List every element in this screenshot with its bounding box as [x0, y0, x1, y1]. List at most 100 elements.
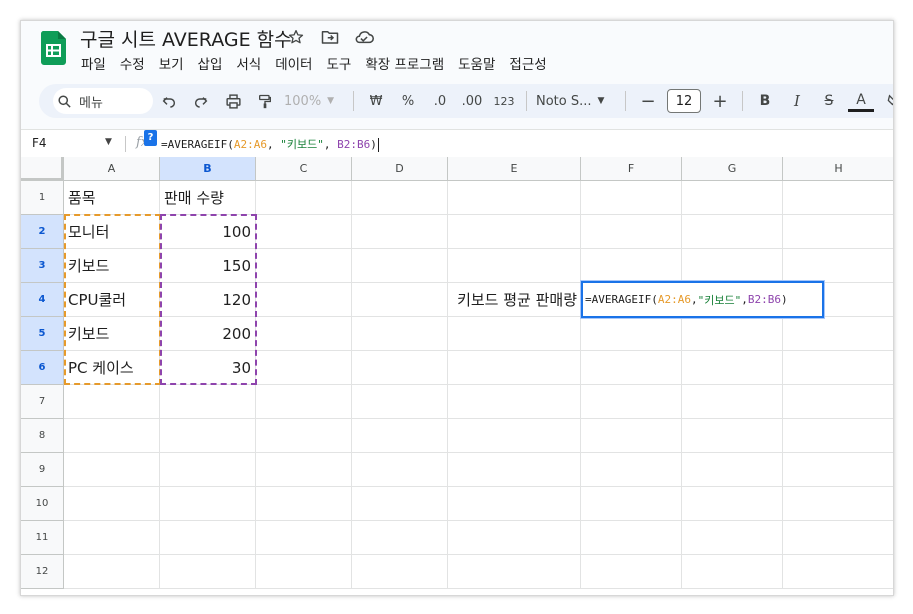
cell-g1[interactable] — [682, 181, 783, 215]
menu-search[interactable]: 메뉴 — [53, 88, 153, 114]
row-header-11[interactable]: 11 — [21, 521, 64, 555]
cell-b12[interactable] — [160, 555, 256, 589]
row-header-12[interactable]: 12 — [21, 555, 64, 589]
name-box[interactable]: F4 — [32, 136, 47, 150]
paint-format-icon[interactable] — [252, 88, 278, 114]
column-header-a[interactable]: A — [64, 157, 160, 181]
cell-b8[interactable] — [160, 419, 256, 453]
sheets-logo-icon[interactable] — [41, 31, 66, 65]
cell-e4[interactable]: 키보드 평균 판매량 — [448, 283, 581, 317]
cell-c2[interactable] — [256, 215, 352, 249]
cell-b1[interactable]: 판매 수량 — [160, 181, 256, 215]
cell-d11[interactable] — [352, 521, 448, 555]
cell-g11[interactable] — [682, 521, 783, 555]
increase-decimal-button[interactable]: .00 — [459, 88, 485, 114]
cell-a4[interactable]: CPU쿨러 — [64, 283, 160, 317]
cloud-status-icon[interactable] — [354, 27, 374, 47]
row-header-2[interactable]: 2 — [21, 215, 64, 249]
cell-g7[interactable] — [682, 385, 783, 419]
cell-h7[interactable] — [783, 385, 893, 419]
column-header-b[interactable]: B — [160, 157, 256, 181]
cell-g5[interactable] — [682, 317, 783, 351]
cell-f2[interactable] — [581, 215, 682, 249]
cell-h2[interactable] — [783, 215, 893, 249]
cell-a1[interactable]: 품목 — [64, 181, 160, 215]
cell-h5[interactable] — [783, 317, 893, 351]
cell-e6[interactable] — [448, 351, 581, 385]
bold-button[interactable]: B — [752, 88, 778, 114]
cell-d12[interactable] — [352, 555, 448, 589]
cell-f11[interactable] — [581, 521, 682, 555]
menu-extensions[interactable]: 확장 프로그램 — [358, 53, 451, 73]
cell-d2[interactable] — [352, 215, 448, 249]
cell-c3[interactable] — [256, 249, 352, 283]
menu-data[interactable]: 데이터 — [268, 53, 319, 73]
column-header-f[interactable]: F — [581, 157, 682, 181]
move-folder-icon[interactable] — [320, 27, 340, 47]
menu-format[interactable]: 서식 — [229, 53, 268, 73]
print-icon[interactable] — [220, 88, 246, 114]
cell-h8[interactable] — [783, 419, 893, 453]
cell-a9[interactable] — [64, 453, 160, 487]
cell-b3[interactable]: 150 — [160, 249, 256, 283]
cell-f6[interactable] — [581, 351, 682, 385]
number-format-button[interactable]: 123 — [491, 88, 517, 114]
cell-h12[interactable] — [783, 555, 893, 589]
formula-input[interactable]: =AVERAGEIF(A2:A6, "키보드", B2:B6) — [161, 136, 379, 152]
star-icon[interactable] — [286, 27, 306, 47]
cell-c5[interactable] — [256, 317, 352, 351]
menu-file[interactable]: 파일 — [74, 53, 113, 73]
font-size-input[interactable]: 12 — [667, 89, 701, 113]
active-cell-editor[interactable]: =AVERAGEIF(A2:A6, "키보드", B2:B6) — [581, 281, 824, 318]
cell-c8[interactable] — [256, 419, 352, 453]
cell-d9[interactable] — [352, 453, 448, 487]
cell-e2[interactable] — [448, 215, 581, 249]
cell-g2[interactable] — [682, 215, 783, 249]
cell-b5[interactable]: 200 — [160, 317, 256, 351]
column-header-e[interactable]: E — [448, 157, 581, 181]
row-header-1[interactable]: 1 — [21, 181, 64, 215]
row-header-6[interactable]: 6 — [21, 351, 64, 385]
font-size-increase-button[interactable]: + — [707, 88, 733, 114]
cell-d4[interactable] — [352, 283, 448, 317]
cell-f7[interactable] — [581, 385, 682, 419]
cell-c10[interactable] — [256, 487, 352, 521]
cell-f8[interactable] — [581, 419, 682, 453]
cell-e3[interactable] — [448, 249, 581, 283]
row-header-7[interactable]: 7 — [21, 385, 64, 419]
column-header-g[interactable]: G — [682, 157, 783, 181]
cell-h6[interactable] — [783, 351, 893, 385]
cell-e5[interactable] — [448, 317, 581, 351]
cell-g9[interactable] — [682, 453, 783, 487]
formula-help-icon[interactable]: ? — [144, 130, 157, 146]
cell-a7[interactable] — [64, 385, 160, 419]
currency-format-button[interactable]: ₩ — [363, 88, 389, 114]
font-size-decrease-button[interactable]: − — [635, 88, 661, 114]
cell-g8[interactable] — [682, 419, 783, 453]
column-header-d[interactable]: D — [352, 157, 448, 181]
menu-edit[interactable]: 수정 — [113, 53, 152, 73]
menu-insert[interactable]: 삽입 — [191, 53, 230, 73]
font-select[interactable]: Noto S... ▼ — [536, 88, 616, 114]
cell-e11[interactable] — [448, 521, 581, 555]
cell-f12[interactable] — [581, 555, 682, 589]
cell-a10[interactable] — [64, 487, 160, 521]
cell-h3[interactable] — [783, 249, 893, 283]
cell-b4[interactable]: 120 — [160, 283, 256, 317]
cell-e8[interactable] — [448, 419, 581, 453]
cell-b9[interactable] — [160, 453, 256, 487]
redo-icon[interactable] — [188, 88, 214, 114]
cell-h10[interactable] — [783, 487, 893, 521]
undo-icon[interactable] — [156, 88, 182, 114]
menu-view[interactable]: 보기 — [152, 53, 191, 73]
cell-b7[interactable] — [160, 385, 256, 419]
cell-c7[interactable] — [256, 385, 352, 419]
row-header-8[interactable]: 8 — [21, 419, 64, 453]
cell-d6[interactable] — [352, 351, 448, 385]
cell-f9[interactable] — [581, 453, 682, 487]
row-header-9[interactable]: 9 — [21, 453, 64, 487]
text-color-button[interactable]: A — [848, 90, 874, 112]
fill-color-icon[interactable] — [880, 88, 893, 114]
cell-d10[interactable] — [352, 487, 448, 521]
italic-button[interactable]: I — [784, 88, 810, 114]
